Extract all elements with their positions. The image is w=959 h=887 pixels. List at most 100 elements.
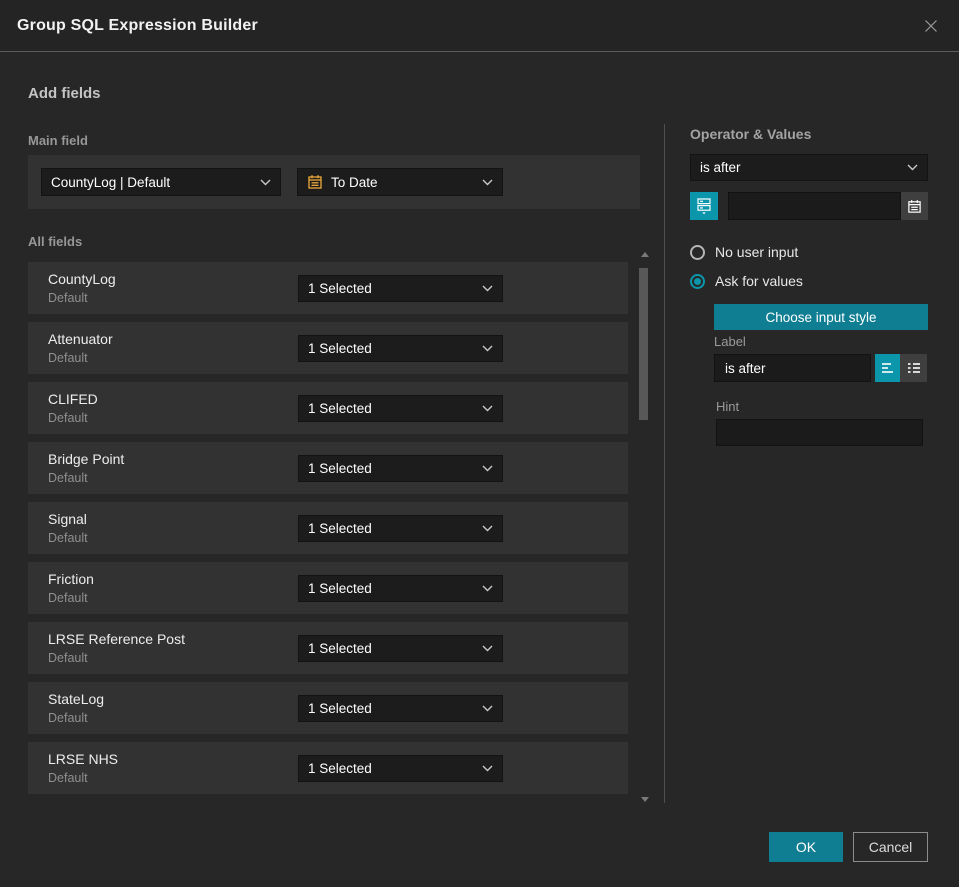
- field-selection-value: 1 Selected: [308, 641, 372, 656]
- field-selection-value: 1 Selected: [308, 341, 372, 356]
- scroll-up-icon[interactable]: [641, 252, 649, 257]
- chevron-down-icon: [260, 179, 271, 186]
- field-type: Default: [48, 591, 88, 605]
- label-input[interactable]: [714, 354, 871, 382]
- field-selection-select[interactable]: 1 Selected: [298, 755, 503, 782]
- operator-values-heading: Operator & Values: [690, 126, 812, 142]
- chevron-down-icon: [482, 525, 493, 532]
- chevron-down-icon: [482, 585, 493, 592]
- main-field-panel: CountyLog | Default To Date: [28, 155, 640, 209]
- field-row: Friction Default 1 Selected: [28, 562, 628, 614]
- field-row: CountyLog Default 1 Selected: [28, 262, 628, 314]
- field-name: Friction: [48, 571, 94, 587]
- align-left-icon: [881, 363, 893, 373]
- field-row: LRSE NHS Default 1 Selected: [28, 742, 628, 794]
- add-fields-heading: Add fields: [28, 85, 101, 102]
- radio-label: Ask for values: [715, 273, 803, 289]
- field-selection-select[interactable]: 1 Selected: [298, 635, 503, 662]
- ok-button[interactable]: OK: [769, 832, 843, 862]
- all-fields-label: All fields: [28, 234, 83, 249]
- field-selection-select[interactable]: 1 Selected: [298, 575, 503, 602]
- field-selection-select[interactable]: 1 Selected: [298, 515, 503, 542]
- field-selection-value: 1 Selected: [308, 701, 372, 716]
- field-row: CLIFED Default 1 Selected: [28, 382, 628, 434]
- group-sql-expression-builder-dialog: Group SQL Expression Builder Add fields …: [0, 0, 959, 887]
- list-style-button[interactable]: [900, 354, 927, 382]
- radio-icon: [690, 244, 705, 260]
- field-selection-value: 1 Selected: [308, 281, 372, 296]
- field-type: Default: [48, 651, 88, 665]
- chevron-down-icon: [482, 345, 493, 352]
- scrollbar-thumb[interactable]: [639, 268, 648, 420]
- close-icon: [925, 19, 937, 32]
- hint-field-label: Hint: [716, 399, 740, 414]
- field-row: LRSE Reference Post Default 1 Selected: [28, 622, 628, 674]
- chevron-down-icon: [482, 645, 493, 652]
- operator-select-value: is after: [700, 160, 741, 175]
- field-name: StateLog: [48, 691, 105, 707]
- title-bar: Group SQL Expression Builder: [0, 0, 959, 52]
- chevron-down-icon: [482, 465, 493, 472]
- chevron-down-icon: [482, 285, 493, 292]
- field-selection-select[interactable]: 1 Selected: [298, 455, 503, 482]
- vertical-divider: [664, 124, 665, 803]
- field-name: Attenuator: [48, 331, 113, 347]
- unique-values-button[interactable]: [690, 192, 718, 220]
- chevron-down-icon: [482, 765, 493, 772]
- field-selection-value: 1 Selected: [308, 761, 372, 776]
- radio-label: No user input: [715, 244, 799, 260]
- field-selection-select[interactable]: 1 Selected: [298, 695, 503, 722]
- chevron-down-icon: [482, 405, 493, 412]
- field-selection-select[interactable]: 1 Selected: [298, 275, 503, 302]
- field-name: LRSE NHS: [48, 751, 119, 767]
- field-type: Default: [48, 771, 88, 785]
- field-name: CountyLog: [48, 271, 116, 287]
- field-row: Bridge Point Default 1 Selected: [28, 442, 628, 494]
- main-field-select-value: CountyLog | Default: [51, 174, 171, 190]
- field-selection-value: 1 Selected: [308, 401, 372, 416]
- chevron-down-icon: [907, 164, 918, 171]
- choose-input-style-button[interactable]: Choose input style: [714, 304, 928, 330]
- list-icon: [907, 363, 920, 373]
- field-name: Signal: [48, 511, 87, 527]
- list-scrollbar[interactable]: [637, 250, 651, 804]
- field-row: StateLog Default 1 Selected: [28, 682, 628, 734]
- radio-no-user-input[interactable]: No user input: [690, 244, 798, 260]
- date-type-select[interactable]: To Date: [297, 168, 503, 196]
- main-field-label: Main field: [28, 133, 88, 148]
- field-row: Signal Default 1 Selected: [28, 502, 628, 554]
- field-type: Default: [48, 471, 88, 485]
- close-button[interactable]: [920, 15, 942, 37]
- field-selection-select[interactable]: 1 Selected: [298, 335, 503, 362]
- field-selection-value: 1 Selected: [308, 581, 372, 596]
- operator-select[interactable]: is after: [690, 154, 928, 181]
- hint-input[interactable]: [716, 419, 923, 446]
- dialog-title: Group SQL Expression Builder: [17, 16, 258, 34]
- field-name: LRSE Reference Post: [48, 631, 185, 647]
- field-row: Attenuator Default 1 Selected: [28, 322, 628, 374]
- field-name: CLIFED: [48, 391, 98, 407]
- scroll-down-icon[interactable]: [641, 797, 649, 802]
- field-name: Bridge Point: [48, 451, 125, 467]
- field-type: Default: [48, 531, 88, 545]
- field-type: Default: [48, 711, 88, 725]
- field-type: Default: [48, 411, 88, 425]
- field-selection-value: 1 Selected: [308, 521, 372, 536]
- radio-checked-icon: [690, 273, 705, 289]
- single-line-style-button[interactable]: [875, 354, 900, 382]
- stacked-values-icon: [697, 198, 711, 215]
- radio-ask-for-values[interactable]: Ask for values: [690, 273, 803, 289]
- field-type: Default: [48, 291, 88, 305]
- label-field-label: Label: [714, 334, 746, 349]
- date-type-select-value: To Date: [331, 174, 378, 190]
- field-selection-value: 1 Selected: [308, 461, 372, 476]
- field-selection-select[interactable]: 1 Selected: [298, 395, 503, 422]
- main-field-select[interactable]: CountyLog | Default: [41, 168, 281, 196]
- calendar-icon: [307, 174, 323, 190]
- cancel-button[interactable]: Cancel: [853, 832, 928, 862]
- date-picker-button[interactable]: [901, 192, 928, 220]
- chevron-down-icon: [482, 179, 493, 186]
- field-type: Default: [48, 351, 88, 365]
- chevron-down-icon: [482, 705, 493, 712]
- value-input[interactable]: [728, 192, 901, 220]
